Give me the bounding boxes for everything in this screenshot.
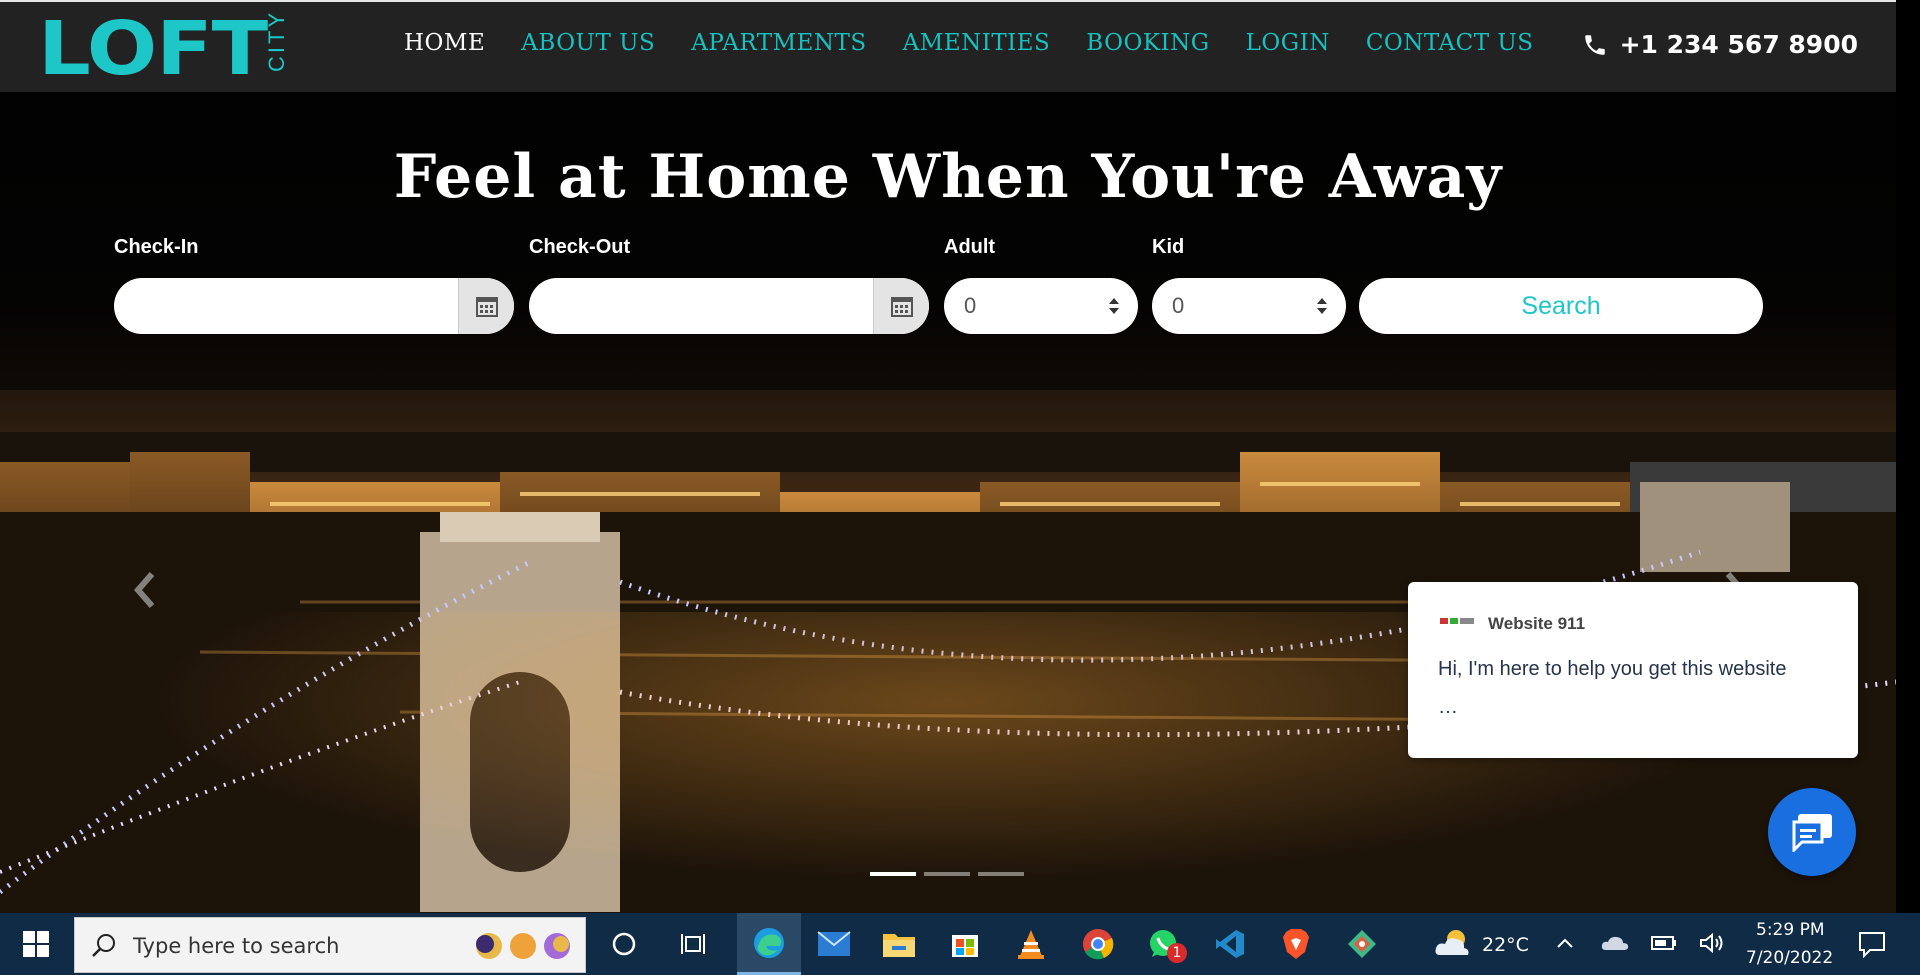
hero-section: Feel at Home When You're Away Check-In C…: [0, 92, 1896, 913]
adult-select-value: 0: [964, 293, 977, 318]
mail-icon[interactable]: [802, 913, 866, 975]
carousel-prev-icon[interactable]: [130, 570, 160, 610]
kid-select-value: 0: [1172, 293, 1185, 318]
select-arrows-icon: [1317, 298, 1327, 314]
chevron-up-icon[interactable]: [1556, 937, 1574, 949]
adult-select[interactable]: 0: [944, 278, 1138, 334]
nav-contact-us[interactable]: CONTACT US: [1366, 30, 1534, 56]
checkout-label: Check-Out: [529, 236, 631, 258]
booking-form: Check-In Check-Out Adult 0 Kid 0 Search: [114, 236, 1784, 336]
onedrive-icon[interactable]: [1601, 934, 1629, 952]
calendar-icon[interactable]: [458, 278, 514, 334]
nav-login[interactable]: LOGIN: [1246, 30, 1330, 56]
volume-icon[interactable]: [1699, 932, 1725, 954]
windows-logo-icon: [23, 931, 49, 957]
chat-popup[interactable]: Website 911 Hi, I'm here to help you get…: [1408, 582, 1858, 758]
brave-icon[interactable]: [1264, 913, 1328, 975]
whatsapp-badge: 1: [1167, 943, 1187, 963]
checkin-label: Check-In: [114, 236, 199, 258]
notifications-icon[interactable]: [1858, 930, 1886, 958]
phone-icon: [1584, 34, 1605, 55]
logo-subtext: CITY: [264, 9, 289, 72]
logo-text: LOFT: [38, 6, 268, 92]
taskbar-search-placeholder: Type here to search: [133, 934, 340, 958]
nav-booking[interactable]: BOOKING: [1086, 30, 1209, 56]
microsoft-store-icon[interactable]: [933, 913, 997, 975]
search-icon: [92, 934, 115, 957]
chat-bubble-icon: [1792, 814, 1832, 852]
task-view-icon[interactable]: [662, 913, 726, 975]
cortana-icon[interactable]: [592, 913, 656, 975]
start-button[interactable]: [0, 913, 72, 975]
carousel-indicator-3[interactable]: [978, 872, 1024, 876]
main-nav: HOME ABOUT US APARTMENTS AMENITIES BOOKI…: [404, 30, 1534, 56]
chat-brand-logo: [1440, 618, 1474, 624]
select-arrows-icon: [1109, 298, 1119, 314]
carousel-indicator-1[interactable]: [870, 872, 916, 876]
carousel-indicator-2[interactable]: [924, 872, 970, 876]
hero-title: Feel at Home When You're Away: [393, 142, 1503, 212]
clock-time[interactable]: 5:29 PM: [1756, 920, 1825, 940]
search-highlight-icon: [476, 933, 570, 959]
git-kraken-icon[interactable]: [1330, 913, 1394, 975]
search-button[interactable]: Search: [1359, 278, 1763, 334]
chat-launcher-button[interactable]: [1768, 788, 1856, 876]
checkin-input[interactable]: [114, 278, 514, 334]
nav-amenities[interactable]: AMENITIES: [903, 30, 1051, 56]
chrome-icon[interactable]: [1066, 913, 1130, 975]
battery-icon[interactable]: [1651, 935, 1677, 951]
phone-number: +1 234 567 8900: [1619, 30, 1858, 59]
calendar-icon[interactable]: [873, 278, 929, 334]
vlc-icon[interactable]: [999, 913, 1063, 975]
file-explorer-icon[interactable]: [867, 913, 931, 975]
nav-home[interactable]: HOME: [404, 30, 485, 56]
checkout-input[interactable]: [529, 278, 929, 334]
site-header: LOFT CITY HOME ABOUT US APARTMENTS AMENI…: [0, 0, 1896, 92]
nav-apartments[interactable]: APARTMENTS: [691, 30, 866, 56]
chat-message-ellipsis: …: [1438, 696, 1458, 718]
whatsapp-icon[interactable]: 1: [1131, 913, 1195, 975]
kid-label: Kid: [1152, 236, 1185, 258]
browser-viewport: Feel at Home When You're Away Check-In C…: [0, 0, 1896, 913]
weather-cloud-icon[interactable]: [1434, 927, 1472, 959]
chat-message: Hi, I'm here to help you get this websit…: [1438, 658, 1787, 680]
header-phone[interactable]: +1 234 567 8900: [1582, 30, 1858, 59]
windows-taskbar: Type here to search 1 22°C 5:29 PM 7/20/…: [0, 913, 1920, 975]
adult-label: Adult: [944, 236, 996, 258]
edge-icon[interactable]: [737, 913, 801, 975]
taskbar-search-box[interactable]: Type here to search: [74, 917, 586, 973]
clock-date[interactable]: 7/20/2022: [1746, 948, 1833, 968]
weather-temp[interactable]: 22°C: [1482, 934, 1529, 956]
nav-about-us[interactable]: ABOUT US: [521, 30, 655, 56]
carousel-indicators: [870, 872, 1024, 876]
vscode-icon[interactable]: [1198, 913, 1262, 975]
kid-select[interactable]: 0: [1152, 278, 1346, 334]
chat-agent-name: Website 911: [1488, 614, 1586, 633]
